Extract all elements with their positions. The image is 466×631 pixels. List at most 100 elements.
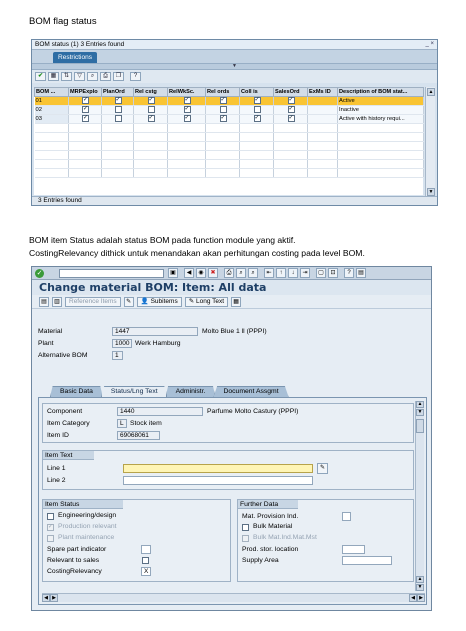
find-next-icon[interactable]: ⌕	[248, 268, 258, 278]
empty-cell	[337, 132, 424, 142]
empty-cell	[273, 141, 308, 151]
col-header[interactable]: ExMs ID	[307, 87, 338, 97]
alternative-bom-field: 1	[112, 351, 123, 360]
table-row[interactable]: 02 ✓ ✓ ✓ Inactive	[34, 105, 424, 115]
col-header[interactable]: MRPExplo	[68, 87, 102, 97]
col-header[interactable]: Description of BOM stat...	[337, 87, 424, 97]
supply-area-input[interactable]	[342, 556, 392, 565]
production-checkbox: ✓	[47, 524, 54, 531]
empty-cell	[205, 123, 240, 133]
check-icon[interactable]: ✔	[35, 72, 46, 81]
back-icon[interactable]: ◀	[184, 268, 194, 278]
table-row[interactable]: 03 ✓ ✓ ✓ ✓ ✓ ✓ Active with history requi...	[34, 114, 424, 124]
scroll-left-small-icon[interactable]: ◀	[409, 594, 417, 602]
empty-row	[34, 150, 424, 160]
empty-cell	[101, 159, 134, 169]
table-row[interactable]: 01 ✓ ✓ ✓ ✓ ✓ ✓ ✓ Active	[34, 96, 424, 106]
bom-status-popup: BOM status (1) 3 Entries found _ × Restr…	[31, 39, 438, 206]
tab-basic-data[interactable]: Basic Data	[50, 386, 103, 397]
bulk-material-checkbox[interactable]	[242, 524, 249, 531]
empty-row	[34, 168, 424, 178]
relevant-to-sales-checkbox[interactable]	[142, 557, 149, 564]
col-header[interactable]: Rel cstg	[133, 87, 168, 97]
bom-status-key-cell[interactable]: 01	[34, 96, 69, 106]
scroll-down-icon[interactable]: ▼	[427, 188, 435, 196]
col-header[interactable]: RelWkSc.	[167, 87, 206, 97]
help-icon[interactable]: ?	[344, 268, 354, 278]
empty-cell	[167, 132, 206, 142]
next-page-icon[interactable]: ↓	[288, 268, 298, 278]
line1-input[interactable]	[123, 464, 313, 473]
tab-restrictions[interactable]: Restrictions	[53, 52, 97, 63]
layout-icon[interactable]: ▤	[356, 268, 366, 278]
line2-input[interactable]	[123, 476, 313, 485]
shortcut-icon[interactable]: ⊡	[328, 268, 338, 278]
long-text-button[interactable]: ✎ Long Text	[184, 296, 229, 307]
panel-vertical-scrollbar[interactable]: ▲ ▼ ▲ ▼	[415, 401, 424, 591]
scroll-down-icon[interactable]: ▼	[416, 584, 424, 591]
scroll-left-icon[interactable]: ◀	[42, 594, 50, 602]
prod-stor-location-label: Prod. stor. location	[242, 546, 299, 553]
window-controls[interactable]: _ ×	[425, 40, 434, 49]
enter-check-icon[interactable]: ✓	[35, 269, 44, 278]
filter-icon[interactable]: ▽	[74, 72, 85, 81]
engineering-checkbox[interactable]	[47, 513, 54, 520]
costing-relevancy-input[interactable]: X	[141, 567, 151, 576]
empty-cell	[34, 150, 69, 160]
col-header[interactable]: PlanOrd	[101, 87, 134, 97]
empty-cell	[68, 141, 102, 151]
save-icon[interactable]: ▣	[168, 268, 178, 278]
reference-items-button[interactable]: Reference Items	[65, 296, 121, 307]
help-icon[interactable]: ?	[130, 72, 141, 81]
item-overview-icon[interactable]: ▥	[52, 296, 62, 307]
command-field[interactable]	[59, 269, 164, 278]
flag-checkbox: ✓	[287, 97, 295, 105]
prev-page-icon[interactable]: ↑	[276, 268, 286, 278]
copy-icon[interactable]: ❐	[113, 72, 124, 81]
empty-cell	[68, 168, 102, 178]
mark-icon[interactable]: ✎	[123, 296, 134, 307]
empty-cell	[68, 132, 102, 142]
exit-icon[interactable]: ◉	[196, 268, 206, 278]
scroll-right-small-icon[interactable]: ▶	[50, 594, 58, 602]
header-overview-icon[interactable]: ▤	[39, 296, 49, 307]
popup-status-bar: 3 Entries found	[32, 196, 437, 205]
material-label: Material	[38, 328, 63, 335]
col-header[interactable]: SalesOrd	[273, 87, 308, 97]
prod-stor-location-input[interactable]	[342, 545, 365, 554]
mat-provision-input[interactable]	[342, 512, 351, 521]
scroll-down-small-icon[interactable]: ▼	[416, 409, 424, 416]
panel-horizontal-scrollbar[interactable]: ◀ ▶ ◀ ▶	[42, 593, 425, 602]
scroll-thumb[interactable]	[416, 419, 424, 433]
tab-status-long-text[interactable]: Status/Lng Text	[100, 386, 168, 397]
find-icon[interactable]: ⌕	[87, 72, 98, 81]
edit-text-icon[interactable]: ✎	[317, 463, 328, 474]
document-icon[interactable]: ▦	[231, 296, 242, 307]
col-header[interactable]: BOM ...	[34, 87, 69, 97]
restrictions-toggle[interactable]: ▼	[32, 63, 437, 70]
col-header[interactable]: Coll is	[239, 87, 274, 97]
spare-part-input[interactable]	[141, 545, 151, 554]
bom-status-key-cell[interactable]: 02	[34, 105, 69, 115]
cancel-icon[interactable]: ✖	[208, 268, 218, 278]
bom-status-key-cell[interactable]: 03	[34, 114, 69, 124]
col-header[interactable]: Rel ords	[205, 87, 240, 97]
first-page-icon[interactable]: ⇤	[264, 268, 274, 278]
last-page-icon[interactable]: ⇥	[300, 268, 310, 278]
scroll-up-icon[interactable]: ▲	[416, 401, 424, 408]
scroll-up-icon[interactable]: ▲	[427, 88, 435, 96]
find-icon[interactable]: ⌕	[236, 268, 246, 278]
tab-administration[interactable]: Administr.	[165, 386, 216, 397]
empty-cell	[307, 159, 338, 169]
scroll-right-icon[interactable]: ▶	[417, 594, 425, 602]
print-icon[interactable]: ⎙	[224, 268, 234, 278]
subitems-button[interactable]: 👤 Subitems	[136, 296, 182, 307]
tab-document-assignment[interactable]: Document Assgmt	[213, 386, 289, 397]
sort-icon[interactable]: ⇅	[61, 72, 72, 81]
scroll-up-small-icon[interactable]: ▲	[416, 576, 424, 583]
component-label: Component	[47, 408, 83, 415]
new-session-icon[interactable]: ▢	[316, 268, 326, 278]
table-icon[interactable]: ▦	[48, 72, 59, 81]
print-icon[interactable]: ⎙	[100, 72, 111, 81]
popup-vertical-scrollbar[interactable]: ▲ ▼	[425, 87, 435, 197]
